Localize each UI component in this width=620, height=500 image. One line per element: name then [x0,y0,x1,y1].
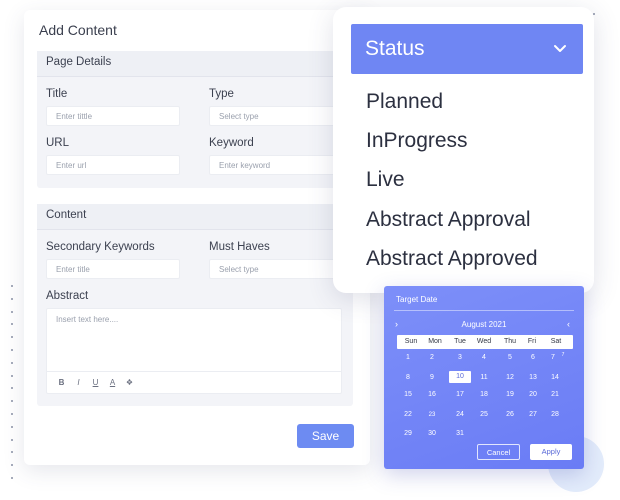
calendar-apply-button[interactable]: Apply [530,444,572,460]
abstract-label: Abstract [46,290,89,302]
title-label: Title [46,88,68,100]
calendar-day[interactable]: 11 [473,374,495,381]
bold-icon[interactable]: B [57,378,66,387]
calendar-day[interactable]: 18 [473,391,495,398]
calendar-day[interactable]: 6 [522,354,544,361]
fill-color-icon[interactable]: ❖ [125,378,134,387]
calendar-day[interactable]: 5 [499,354,521,361]
weekday-label: Mon [428,338,442,345]
status-option-inprogress[interactable]: InProgress [366,129,468,153]
card-title: Add Content [39,22,117,38]
abstract-placeholder: Insert text here.... [56,315,119,324]
calendar-day[interactable]: 28 [544,411,566,418]
weekday-label: Sat [550,338,562,345]
calendar-title: Target Date [396,295,438,304]
title-input[interactable]: Enter tittle [46,106,180,126]
calendar-day[interactable]: 15 [397,391,419,398]
type-label: Type [209,88,234,100]
calendar-next-icon[interactable]: ‹ [567,319,570,329]
add-content-card: Add Content Page Details Content Title E… [24,10,370,465]
calendar-day[interactable]: 9 [421,374,443,381]
calendar-day[interactable]: 14 [544,374,566,381]
secondary-keywords-input[interactable]: Enter title [46,259,180,279]
calendar-day[interactable]: 25 [473,411,495,418]
abstract-textarea[interactable]: Insert text here.... B I U A ❖ [46,308,342,394]
must-haves-select[interactable]: Select type [209,259,343,279]
calendar-day[interactable]: 29 [397,430,419,437]
status-select-label: Status [365,37,425,60]
underline-icon[interactable]: U [91,378,100,387]
keyword-input[interactable]: Enter keyword [209,155,343,175]
calendar-day[interactable]: 23 [421,412,443,418]
calendar-day[interactable]: 4 [473,354,495,361]
chevron-down-icon [554,45,566,52]
weekday-label: Wed [476,338,492,345]
weekday-label: Tue [454,338,466,345]
calendar-day[interactable]: 20 [522,391,544,398]
calendar-day[interactable]: 8 [397,374,419,381]
calendar-day[interactable]: 3 [449,354,471,361]
status-option-abstract-approved[interactable]: Abstract Approved [366,247,538,271]
keyword-label: Keyword [209,137,254,149]
calendar-day[interactable]: 13 [522,374,544,381]
calendar-divider [394,310,574,311]
weekday-label: Fri [527,338,537,345]
calendar-day[interactable]: 12 [499,374,521,381]
secondary-keywords-label: Secondary Keywords [46,241,155,253]
status-dropdown: Status Planned InProgress Live Abstract … [333,7,594,293]
save-button[interactable]: Save [297,424,354,448]
calendar-day[interactable]: 26 [499,411,521,418]
calendar-weekday-header: Sun Mon Tue Wed Thu Fri Sat [397,335,573,349]
calendar-day-selected[interactable]: 10 [449,371,471,383]
content-heading: Content [37,204,353,230]
decorative-dot [593,13,595,15]
calendar-day[interactable]: 27 [522,411,544,418]
type-select[interactable]: Select type [209,106,343,126]
url-input[interactable]: Enter url [46,155,180,175]
text-format-toolbar: B I U A ❖ [47,371,341,393]
calendar-day[interactable]: 17 [449,391,471,398]
url-label: URL [46,137,70,149]
calendar-day[interactable]: 22 [397,411,419,418]
calendar-cancel-button[interactable]: Cancel [477,444,520,460]
calendar-day[interactable]: 30 [421,430,443,437]
calendar-month: August 2021 [461,320,507,329]
weekday-label: Sun [404,338,418,345]
page-details-heading: Page Details [37,51,353,77]
status-option-abstract-approval[interactable]: Abstract Approval [366,208,531,232]
status-select[interactable]: Status [351,24,583,74]
target-date-calendar: Target Date › August 2021 ‹ Sun Mon Tue … [384,286,584,469]
status-option-live[interactable]: Live [366,168,405,192]
calendar-day[interactable]: 21 [544,391,566,398]
weekday-label: Thu [503,338,517,345]
calendar-day[interactable]: 19 [499,391,521,398]
calendar-day[interactable]: 31 [449,430,471,437]
calendar-day[interactable]: 2 [421,354,443,361]
calendar-day[interactable]: 24 [449,411,471,418]
italic-icon[interactable]: I [74,378,83,387]
text-color-icon[interactable]: A [108,378,117,387]
calendar-superscript: 7 [561,352,565,358]
decorative-dots [11,285,15,490]
must-haves-label: Must Haves [209,241,270,253]
calendar-day[interactable]: 16 [421,391,443,398]
status-option-planned[interactable]: Planned [366,90,443,114]
calendar-day[interactable]: 1 [397,354,419,361]
